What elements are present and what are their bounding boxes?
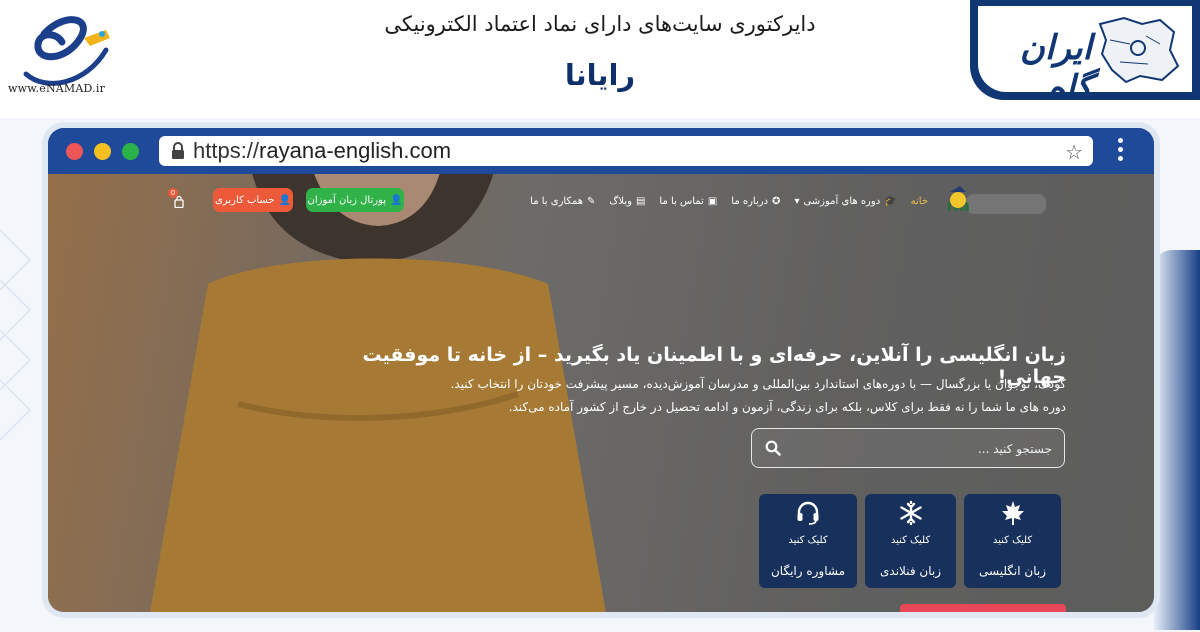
- maple-leaf-icon: [964, 500, 1061, 526]
- directory-header: www.eNAMAD.ir دایرکتوری سایت‌های دارای ن…: [0, 0, 1200, 118]
- close-window-button[interactable]: [66, 143, 83, 160]
- chevron-down-icon: ▾: [794, 195, 800, 207]
- award-icon: ✪: [772, 195, 781, 207]
- user-icon: 👤: [278, 194, 291, 206]
- nav-cooperate[interactable]: ✎ همکاری با ما: [530, 192, 595, 210]
- book-icon: ▤: [635, 195, 646, 207]
- pen-icon: ✎: [587, 195, 596, 207]
- site-navbar: rayana خانه 🎓دوره های آموزشی▾ ✪درباره ما…: [48, 174, 1154, 228]
- main-menu: خانه 🎓 دوره های آموزشی ▾ ✪ درباره ما ▣ تماس …: [508, 192, 928, 210]
- nav-contact[interactable]: ▣ تماس با ما: [659, 192, 717, 210]
- shopping-bag-icon: [174, 196, 184, 208]
- brand-panel: ایران گاه: [978, 6, 1192, 100]
- card-click-label: کلیک کنید: [788, 535, 828, 546]
- graduation-cap-icon: 🎓: [884, 195, 897, 207]
- web-page-viewport: rayana خانه 🎓دوره های آموزشی▾ ✪درباره ما…: [48, 174, 1154, 612]
- hero-description-1: کودک، نوجوان یا بزرگسال — با دوره‌های اس…: [450, 377, 1066, 391]
- address-card-icon: ▣: [707, 195, 718, 207]
- iran-map-icon: [1098, 16, 1180, 84]
- promo-strip: [900, 604, 1066, 612]
- directory-title: دایرکتوری سایت‌های دارای نماد اعتماد الک…: [384, 12, 816, 36]
- user-icon: 👤: [390, 194, 403, 206]
- nav-courses[interactable]: 🎓 دوره های آموزشی ▾: [794, 192, 896, 210]
- card-title: زبان انگلیسی: [978, 564, 1047, 578]
- english-course-card[interactable]: کلیک کنید زبان انگلیسی: [964, 494, 1061, 588]
- maximize-window-button[interactable]: [122, 143, 139, 160]
- card-title: زبان فنلاندی: [880, 564, 941, 578]
- snowflake-icon: [865, 500, 956, 526]
- free-consultation-card[interactable]: کلیک کنید مشاوره رایگان: [759, 494, 857, 588]
- lock-icon: [172, 142, 184, 159]
- nav-blog[interactable]: ▤ وبلاگ: [609, 192, 645, 210]
- card-title: مشاوره رایگان: [770, 564, 846, 578]
- cart-button[interactable]: 0: [168, 188, 188, 210]
- enamad-caption: www.eNAMAD.ir: [8, 82, 106, 95]
- decorative-ribbon: [1154, 250, 1200, 630]
- finnish-course-card[interactable]: کلیک کنید زبان فنلاندی: [865, 494, 956, 588]
- search-input[interactable]: [796, 438, 1052, 460]
- search-icon[interactable]: [765, 440, 781, 456]
- browser-window: https://rayana-english.com ☆ rayana خانه…: [48, 128, 1154, 612]
- nav-home[interactable]: خانه: [911, 192, 928, 210]
- kebab-menu-icon[interactable]: [1116, 138, 1124, 164]
- nav-about[interactable]: ✪ درباره ما: [731, 192, 780, 210]
- card-click-label: کلیک کنید: [992, 535, 1033, 546]
- bookmark-star-icon[interactable]: ☆: [1065, 140, 1083, 164]
- student-portal-button[interactable]: 👤 پورتال زبان آموزان: [306, 188, 404, 212]
- irangah-brand: ایران گاه: [970, 0, 1200, 100]
- search-box: [751, 428, 1065, 468]
- minimize-window-button[interactable]: [94, 143, 111, 160]
- user-account-button[interactable]: 👤 حساب کاربری: [213, 188, 293, 212]
- card-click-label: کلیک کنید: [890, 535, 931, 546]
- site-name: رایانا: [564, 58, 636, 92]
- url-domain: rayana-english.com: [259, 138, 452, 163]
- address-bar[interactable]: https://rayana-english.com ☆: [159, 136, 1093, 166]
- url-text[interactable]: https://rayana-english.com: [193, 138, 451, 164]
- headset-icon: [759, 500, 857, 526]
- brand-text: ایران گاه: [1019, 28, 1093, 100]
- hero-description-2: دوره های ما شما را نه فقط برای کلاس، بلک…: [508, 400, 1066, 414]
- decorative-lines: [0, 229, 32, 441]
- browser-toolbar: https://rayana-english.com ☆: [48, 128, 1154, 174]
- rayana-logo[interactable]: rayana: [948, 184, 1048, 218]
- url-protocol: https://: [193, 138, 260, 163]
